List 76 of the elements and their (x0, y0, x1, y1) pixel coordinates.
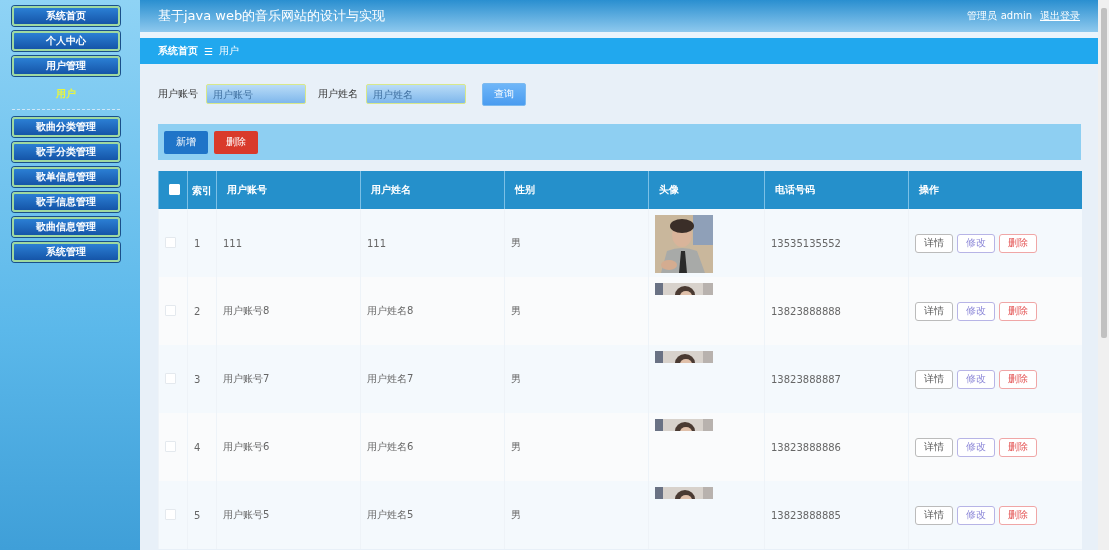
table-cell: 111 (360, 209, 505, 277)
delete-button[interactable]: 删除 (999, 369, 1037, 389)
menu-button[interactable]: 歌曲信息管理 (12, 217, 120, 237)
scrollbar[interactable] (1098, 0, 1109, 550)
table-cell: 男 (504, 345, 649, 413)
detail-button[interactable]: 详情 (915, 437, 953, 457)
menu-button[interactable]: 歌单信息管理 (12, 167, 120, 187)
column-header: 用户姓名 (360, 171, 505, 209)
breadcrumb-link[interactable]: 系统首页 (158, 44, 198, 58)
table-cell: 用户账号8 (216, 277, 361, 345)
table-cell: 用户账号7 (216, 345, 361, 413)
field-label: 用户姓名 (318, 87, 358, 101)
delete-button[interactable]: 删除 (999, 233, 1037, 253)
menu-button[interactable]: 系统首页 (12, 6, 120, 26)
table-cell: 用户姓名6 (360, 413, 505, 481)
detail-button[interactable]: 详情 (915, 369, 953, 389)
checkbox[interactable] (165, 304, 176, 316)
detail-button[interactable]: 详情 (915, 233, 953, 253)
delete-button[interactable]: 删除 (999, 437, 1037, 457)
table-cell: 5 (187, 481, 217, 549)
logout-link[interactable]: 退出登录 (1040, 9, 1080, 23)
edit-button[interactable]: 修改 (957, 233, 995, 253)
edit-button[interactable]: 修改 (957, 369, 995, 389)
table-cell: 13823888888 (764, 277, 909, 345)
search-button[interactable]: 查询 (482, 82, 526, 106)
menu-button[interactable]: 用户管理 (12, 56, 120, 76)
scrollbar-thumb[interactable] (1100, 8, 1107, 338)
field-label: 用户账号 (158, 87, 198, 101)
table-cell: 1 (187, 209, 217, 277)
menu-button[interactable]: 个人中心 (12, 31, 120, 51)
column-header: 电话号码 (764, 171, 909, 209)
site-title: 基于java web的音乐网站的设计与实现 (158, 7, 387, 25)
table-cell: 男 (504, 209, 649, 277)
menu-button[interactable]: 歌手信息管理 (12, 192, 120, 212)
column-header: 用户账号 (216, 171, 361, 209)
checkbox[interactable] (165, 440, 176, 452)
table-cell: 男 (504, 277, 649, 345)
table-cell: 13823888885 (764, 481, 909, 549)
table-cell: 13823888886 (764, 413, 909, 481)
breadcrumb-separator: ☰ (204, 45, 213, 57)
delete-button[interactable]: 删除 (999, 505, 1037, 525)
table-cell: 用户姓名5 (360, 481, 505, 549)
table-cell: 111 (216, 209, 361, 277)
checkbox[interactable] (165, 236, 176, 248)
table-cell: 用户姓名7 (360, 345, 505, 413)
delete-button[interactable]: 删除 (214, 130, 258, 154)
search-field[interactable]: 用户姓名 (366, 84, 466, 104)
menu-button[interactable]: 系统管理 (12, 242, 120, 262)
table-cell: 4 (187, 413, 217, 481)
column-header: 操作 (908, 171, 1082, 209)
edit-button[interactable]: 修改 (957, 505, 995, 525)
menu-button[interactable]: 歌手分类管理 (12, 142, 120, 162)
admin-label: 管理员 admin (967, 9, 1032, 23)
column-header: 索引 (187, 171, 217, 209)
column-header: 头像 (648, 171, 765, 209)
detail-button[interactable]: 详情 (915, 505, 953, 525)
table-cell: 男 (504, 413, 649, 481)
edit-button[interactable]: 修改 (957, 301, 995, 321)
detail-button[interactable]: 详情 (915, 301, 953, 321)
table-cell: 男 (504, 481, 649, 549)
breadcrumb-current: 用户 (218, 44, 239, 58)
table-cell: 2 (187, 277, 217, 345)
table-cell: 3 (187, 345, 217, 413)
delete-button[interactable]: 删除 (999, 301, 1037, 321)
search-field[interactable]: 用户账号 (206, 84, 306, 104)
checkbox[interactable] (165, 508, 176, 520)
table-cell: 用户账号5 (216, 481, 361, 549)
add-button[interactable]: 新增 (164, 130, 208, 154)
table-cell: 用户账号6 (216, 413, 361, 481)
table-cell: 13535135552 (764, 209, 909, 277)
table-cell: 13823888887 (764, 345, 909, 413)
edit-button[interactable]: 修改 (957, 437, 995, 457)
table-cell: 用户姓名8 (360, 277, 505, 345)
column-header: 性别 (504, 171, 649, 209)
checkbox[interactable] (165, 372, 176, 384)
menu-button[interactable]: 歌曲分类管理 (12, 117, 120, 137)
